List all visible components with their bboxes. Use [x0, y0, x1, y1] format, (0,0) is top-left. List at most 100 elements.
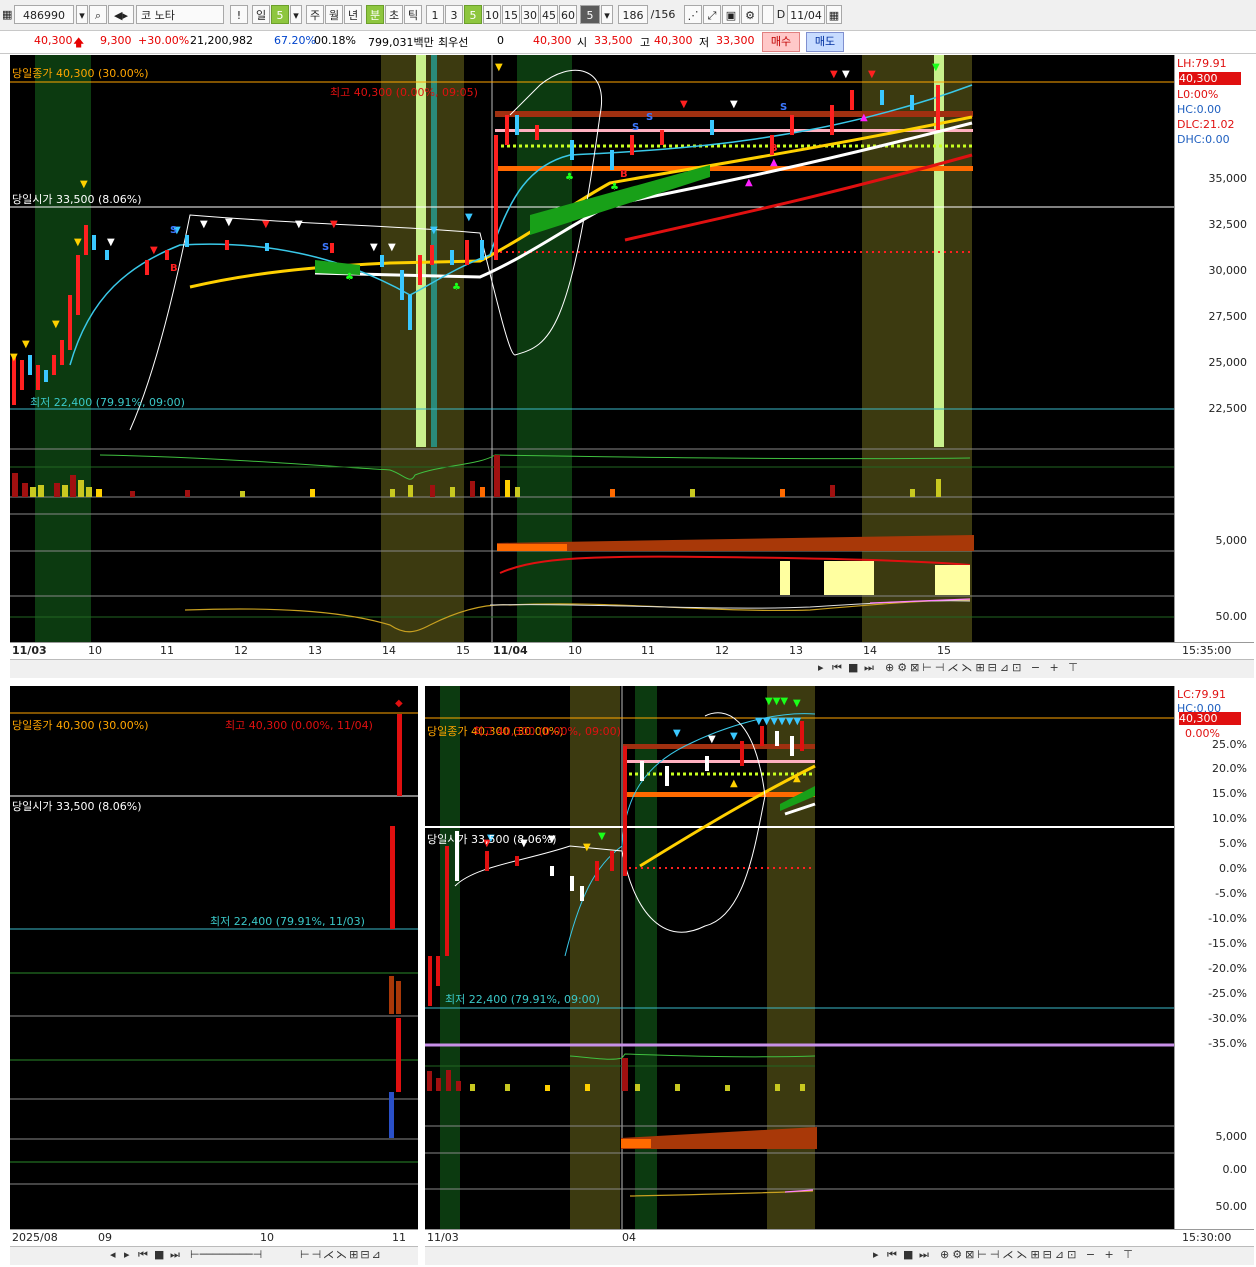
high-label: 최고 40,300 (0.00%, 11/04) [225, 719, 373, 732]
right-chart-panel[interactable]: ▼ ▼ ▼ ▼ ▼ ▼ ▼ ▼ ▼ ▼▼▼ ▼ ▼▼▼▼▼▼ ▲ ▲ 당일종가 … [425, 686, 1174, 1229]
quote-best-value: 0 [497, 34, 504, 47]
y-tick: 27,500 [1208, 310, 1248, 323]
dropdown-icon[interactable]: ▾ [76, 5, 88, 24]
low-label: 최저 22,400 (79.91%, 11/03) [210, 915, 365, 928]
scroll-first-icon[interactable]: ⏮ [832, 661, 842, 675]
time-readout: 15:30:00 [1182, 1231, 1232, 1244]
scroll-left-icon[interactable]: ◂ [110, 1248, 116, 1261]
quote-high: 40,300 [654, 34, 693, 47]
stop-icon[interactable]: ■ [903, 1248, 913, 1261]
high-marker: ◆ [395, 698, 403, 709]
prev-next-icon[interactable]: ◀▸ [108, 5, 134, 24]
left-chart-svg: ◆ [10, 698, 418, 1185]
interval-45-button[interactable]: 45 [540, 5, 558, 24]
tool-icon-2[interactable]: ⤢ [703, 5, 721, 24]
svg-text:♣: ♣ [345, 272, 354, 283]
svg-text:♣: ♣ [565, 172, 574, 183]
period-year-button[interactable]: 년 [344, 5, 362, 24]
svg-text:▼: ▼ [708, 734, 716, 745]
calendar-icon[interactable]: ▦ [826, 5, 842, 24]
main-scroll-bar[interactable]: ▸ ⏮ ■ ⏭ ⊕⚙⊠⊢⊣⋌⋋⊞⊟⊿⊡ − + ⊤ [10, 659, 1254, 678]
up-arrow-icon: 🡅 [73, 36, 85, 49]
zoom-slider[interactable]: ⊢────────⊣ [190, 1248, 262, 1261]
period-day-button[interactable]: 일 [252, 5, 270, 24]
quote-rate: +30.00% [138, 34, 190, 47]
main-price-axis: LH:79.91 40,300 L0:00% HC:0.00 DLC:21.02… [1174, 55, 1255, 642]
svg-text:▼: ▼ [868, 69, 876, 80]
zone-3 [517, 55, 572, 642]
band-orange [495, 166, 973, 171]
period-dropdown-icon[interactable]: ▾ [290, 5, 302, 24]
bars-field[interactable]: 186 [618, 5, 648, 24]
main-chart-panel[interactable]: ▼ ▼ ▼ ▼ ▼ ▼ ▼ ▼ ▼ ▼ ▼ ▼ ▼ ▼ ▼ ▼ ▼ ▼ ▼ ▼ … [10, 55, 1174, 642]
zone-4 [862, 55, 972, 642]
interval-15-button[interactable]: 15 [502, 5, 520, 24]
scroll-right-icon[interactable]: ▸ [818, 661, 824, 674]
scroll-right-icon[interactable]: ▸ [873, 1248, 879, 1261]
svg-text:▲: ▲ [745, 177, 753, 188]
count-field[interactable]: 5 [580, 5, 600, 24]
period-second-button[interactable]: 초 [385, 5, 403, 24]
period-month-button[interactable]: 월 [325, 5, 343, 24]
price-badge: 40,300 [1179, 72, 1241, 85]
right-chart-svg: ▼ ▼ ▼ ▼ ▼ ▼ ▼ ▼ ▼ ▼▼▼ ▼ ▼▼▼▼▼▼ ▲ ▲ [425, 686, 1174, 1229]
drawing-tools-icon[interactable]: ⊢⊣⋌⋋⊞⊟⊿ [300, 1248, 383, 1261]
band-orange [623, 792, 815, 797]
interval-1-button[interactable]: 1 [426, 5, 444, 24]
stock-code-field[interactable]: 486990 [14, 5, 74, 24]
period-minute-button[interactable]: 분 [366, 5, 384, 24]
date-label: D [776, 8, 786, 21]
interval-30-button[interactable]: 30 [521, 5, 539, 24]
period-week-button[interactable]: 주 [306, 5, 324, 24]
left-chart-panel[interactable]: ◆ 당일종가 40,300 (30.00%) 당일시가 33,500 (8.06… [10, 686, 418, 1229]
buy-button[interactable]: 매수 [762, 32, 800, 52]
period-day-value[interactable]: 5 [271, 5, 289, 24]
scroll-first-icon[interactable]: ⏮ [138, 1248, 148, 1262]
high-label: 최고 40,300 (0.00%, 09:00) [473, 725, 621, 738]
period-tick-button[interactable]: 틱 [404, 5, 422, 24]
interval-3-button[interactable]: 3 [445, 5, 463, 24]
scroll-last-icon[interactable]: ⏭ [919, 1248, 929, 1262]
date-field[interactable]: 11/04 [787, 5, 825, 24]
drawing-tools-icon[interactable]: ⊕⚙⊠⊢⊣⋌⋋⊞⊟⊿⊡ − + ⊤ [885, 661, 1081, 674]
right-time-axis: 11/03 04 [425, 1229, 1174, 1247]
alert-button[interactable]: ! [230, 5, 248, 24]
scroll-first-icon[interactable]: ⏮ [887, 1248, 897, 1262]
interval-5-button[interactable]: 5 [464, 5, 482, 24]
stock-name-field[interactable]: 코 노타 [136, 5, 224, 24]
svg-text:▼: ▼ [842, 69, 850, 80]
svg-text:▼▼▼: ▼▼▼ [765, 696, 788, 707]
svg-text:▼: ▼ [388, 242, 396, 253]
y-tick: -35.0% [1208, 1037, 1247, 1050]
svg-text:▼: ▼ [330, 219, 338, 230]
tool-icon-1[interactable]: ⋰ [684, 5, 702, 24]
svg-text:▼: ▼ [150, 245, 158, 256]
signal-markers: ▼ ▼ ▼ ▼ ▼ ▼ ▼ ▼ ▼ ▼ ▼ ▼ ▼ ▼ ▼ ▼ ▼ ▼ ▼ ▼ … [10, 62, 940, 363]
y-tick: 22,500 [1208, 402, 1248, 415]
svg-text:▼: ▼ [430, 225, 438, 236]
stop-icon[interactable]: ■ [154, 1248, 164, 1261]
scroll-last-icon[interactable]: ⏭ [864, 661, 874, 675]
save-icon[interactable]: ▣ [722, 5, 740, 24]
x-tick: 13 [789, 644, 803, 657]
interval-60-button[interactable]: 60 [559, 5, 577, 24]
interval-10-button[interactable]: 10 [483, 5, 501, 24]
info-hc: HC:0.00 [1177, 103, 1222, 116]
scroll-last-icon[interactable]: ⏭ [170, 1248, 180, 1262]
left-scroll-bar[interactable]: ◂ ▸ ⏮ ■ ⏭ ⊢────────⊣ ⊢⊣⋌⋋⊞⊟⊿ [10, 1246, 418, 1265]
gear-icon[interactable]: ⚙ [741, 5, 759, 24]
count-dropdown-icon[interactable]: ▾ [601, 5, 613, 24]
x-tick: 11/03 [12, 644, 47, 657]
stop-icon[interactable]: ■ [848, 661, 858, 674]
svg-text:▼: ▼ [370, 242, 378, 253]
search-icon[interactable]: ⌕ [89, 5, 107, 24]
band-brown [495, 111, 973, 117]
drawing-tools-icon[interactable]: ⊕⚙⊠⊢⊣⋌⋋⊞⊟⊿⊡ − + ⊤ [940, 1248, 1136, 1261]
right-scroll-bar[interactable]: ▸ ⏮ ■ ⏭ ⊕⚙⊠⊢⊣⋌⋋⊞⊟⊿⊡ − + ⊤ [425, 1246, 1254, 1265]
scroll-right-icon[interactable]: ▸ [124, 1248, 130, 1261]
svg-text:B: B [770, 143, 778, 154]
open-label: 당일시가 33,500 (8.06%) [427, 833, 557, 846]
date-checkbox[interactable] [762, 5, 774, 24]
right-percent-axis: LC:79.91 HC:0.00 40,300 0.00% 25.0% 20.0… [1174, 686, 1255, 1229]
sell-button[interactable]: 매도 [806, 32, 844, 52]
